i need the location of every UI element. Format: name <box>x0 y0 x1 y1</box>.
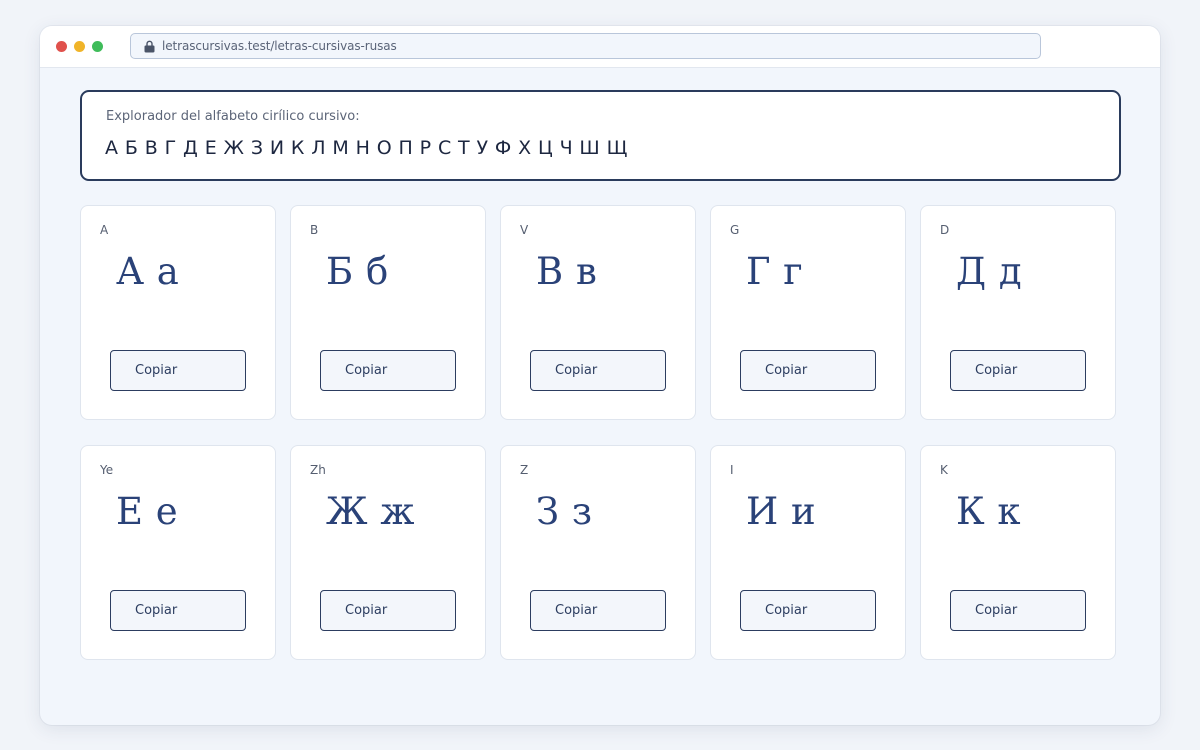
letter-transliteration: Ye <box>100 463 114 477</box>
letter-transliteration: I <box>730 463 734 477</box>
letter-card: B Б б Copiar <box>290 205 486 420</box>
letter-glyph: Г г <box>746 250 804 293</box>
copy-button[interactable]: Copiar <box>320 590 456 631</box>
minimize-window-button[interactable] <box>74 41 85 52</box>
url-text: letrascursivas.test/letras-cursivas-rusa… <box>162 39 397 53</box>
browser-window: letrascursivas.test/letras-cursivas-rusa… <box>40 26 1160 725</box>
copy-button[interactable]: Copiar <box>110 590 246 631</box>
copy-button[interactable]: Copiar <box>530 350 666 391</box>
letter-transliteration: B <box>310 223 319 237</box>
copy-button[interactable]: Copiar <box>740 590 876 631</box>
copy-button[interactable]: Copiar <box>950 590 1086 631</box>
letter-card: I И и Copiar <box>710 445 906 660</box>
letter-glyph: В в <box>536 250 598 293</box>
letter-transliteration: V <box>520 223 529 237</box>
copy-button[interactable]: Copiar <box>950 350 1086 391</box>
copy-button[interactable]: Copiar <box>320 350 456 391</box>
letter-card: Zh Ж ж Copiar <box>290 445 486 660</box>
letter-card: K К к Copiar <box>920 445 1116 660</box>
letter-glyph: А а <box>116 250 180 293</box>
letter-glyph: К к <box>956 490 1022 533</box>
copy-button[interactable]: Copiar <box>740 350 876 391</box>
letter-card: D Д д Copiar <box>920 205 1116 420</box>
letter-glyph: И и <box>746 490 817 533</box>
letter-transliteration: G <box>730 223 740 237</box>
letter-card: V В в Copiar <box>500 205 696 420</box>
letter-glyph: Б б <box>326 250 389 293</box>
letter-glyph: Е е <box>116 490 179 533</box>
letter-transliteration: Zh <box>310 463 326 477</box>
letter-glyph: З з <box>536 490 593 533</box>
letter-card: Ye Е е Copiar <box>80 445 276 660</box>
letter-transliteration: Z <box>520 463 529 477</box>
letter-transliteration: K <box>940 463 948 477</box>
lock-icon <box>144 40 155 53</box>
letter-glyph: Ж ж <box>326 490 415 533</box>
alphabet-explorer: Explorador del alfabeto cirílico cursivo… <box>80 90 1121 181</box>
letter-card: G Г г Copiar <box>710 205 906 420</box>
letter-card: A А а Copiar <box>80 205 276 420</box>
explorer-label: Explorador del alfabeto cirílico cursivo… <box>106 109 360 124</box>
maximize-window-button[interactable] <box>92 41 103 52</box>
letter-card: Z З з Copiar <box>500 445 696 660</box>
copy-button[interactable]: Copiar <box>530 590 666 631</box>
letter-transliteration: D <box>940 223 950 237</box>
copy-button[interactable]: Copiar <box>110 350 246 391</box>
alphabet-row: А Б В Г Д Е Ж З И К Л М Н О П Р С Т У Ф … <box>105 137 628 159</box>
close-window-button[interactable] <box>56 41 67 52</box>
address-bar[interactable]: letrascursivas.test/letras-cursivas-rusa… <box>130 33 1041 59</box>
letter-transliteration: A <box>100 223 109 237</box>
letter-glyph: Д д <box>956 250 1023 293</box>
browser-titlebar: letrascursivas.test/letras-cursivas-rusa… <box>40 26 1160 68</box>
